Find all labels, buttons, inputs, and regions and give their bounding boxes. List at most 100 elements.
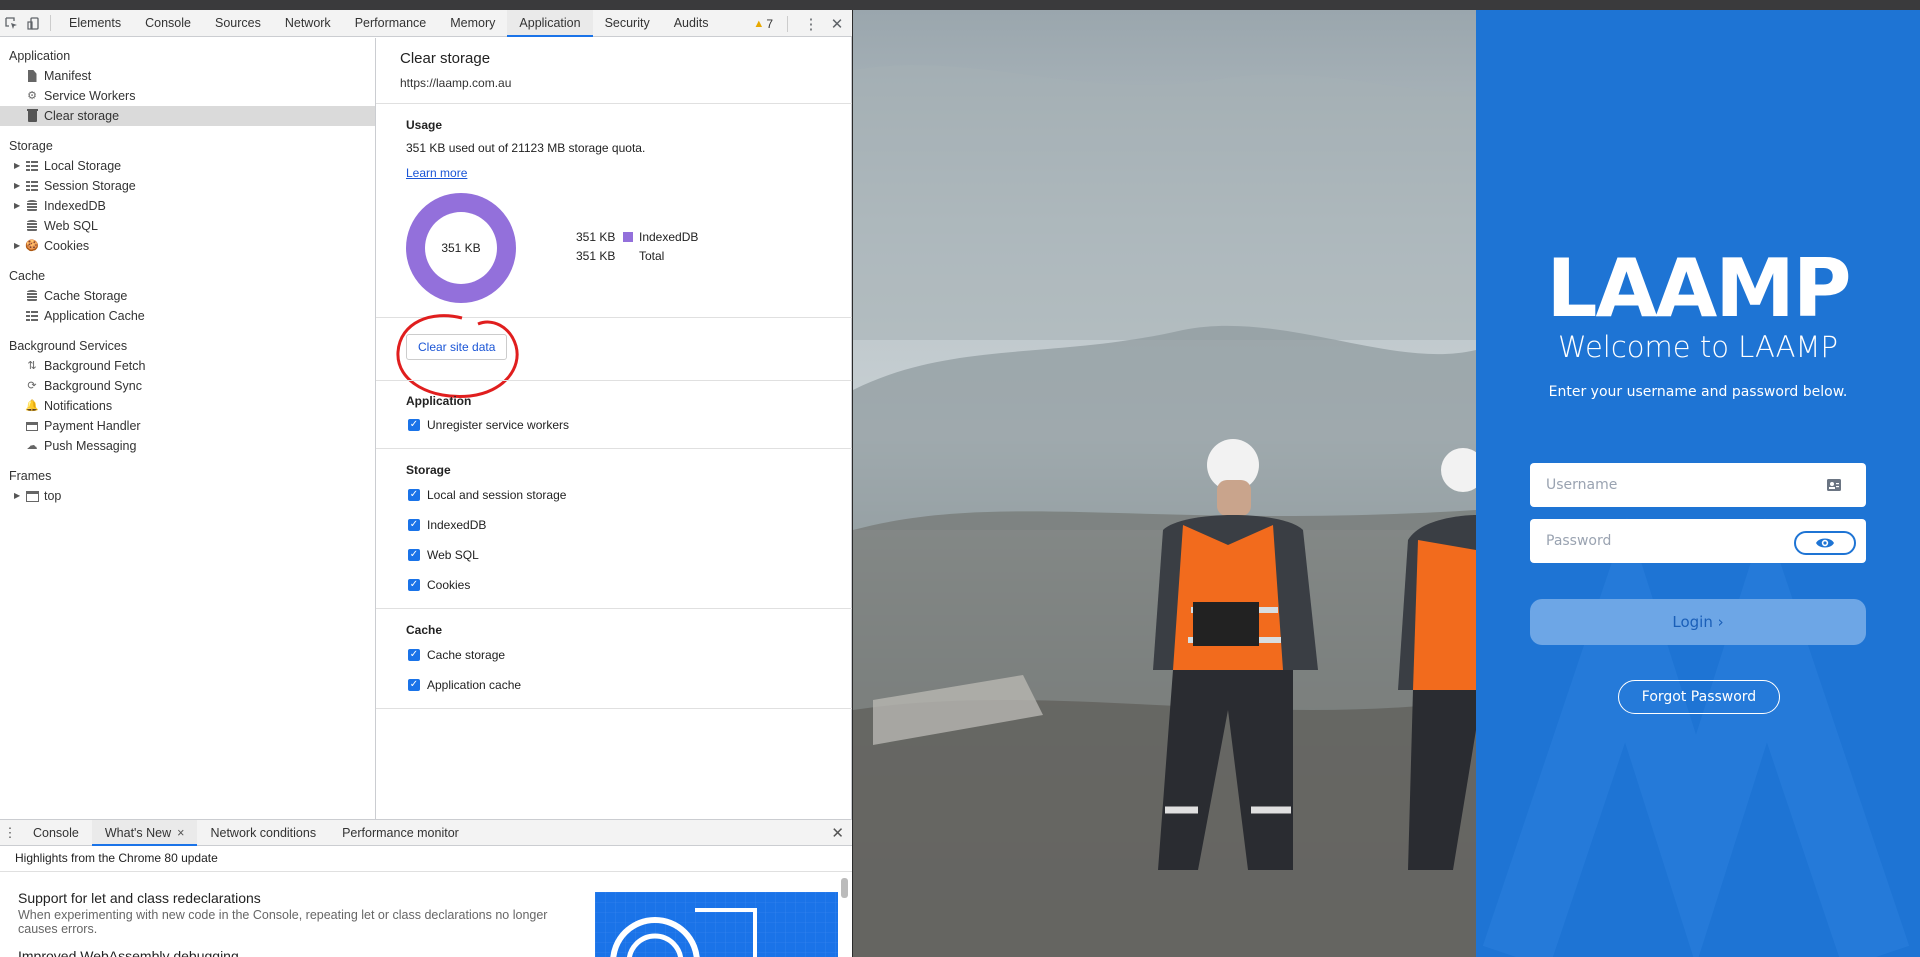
sidebar-item-frame-top[interactable]: ▶ top — [0, 486, 375, 506]
sidebar-item-label: Payment Handler — [44, 419, 141, 433]
sidebar-item-cookies[interactable]: ▶ 🍪 Cookies — [0, 236, 375, 256]
sidebar-item-payment-handler[interactable]: Payment Handler — [0, 416, 375, 436]
drawer-scrollbar[interactable] — [841, 878, 848, 898]
application-sidebar: Application Manifest ⚙ Service Workers Cl… — [0, 38, 376, 819]
divider — [376, 608, 852, 609]
legend-swatch-empty — [623, 251, 633, 261]
checkbox-cookies[interactable]: ✓ Cookies — [408, 576, 470, 594]
checkbox-checked-icon[interactable]: ✓ — [408, 519, 420, 531]
expand-arrow-icon[interactable]: ▶ — [14, 176, 20, 196]
up-down-arrows-icon: ⇅ — [27, 360, 37, 372]
tab-sources[interactable]: Sources — [203, 10, 273, 37]
sidebar-item-local-storage[interactable]: ▶ Local Storage — [0, 156, 375, 176]
section-storage: Storage — [9, 139, 53, 153]
document-icon — [25, 70, 39, 82]
cloud-icon: ☁ — [26, 440, 38, 452]
login-button[interactable]: Login › — [1530, 599, 1866, 645]
sync-icon: ⟳ — [27, 380, 37, 392]
checkbox-label: Local and session storage — [427, 488, 567, 502]
sidebar-item-label: Session Storage — [44, 179, 136, 193]
device-toolbar-icon[interactable] — [22, 10, 44, 37]
tab-network[interactable]: Network — [273, 10, 343, 37]
devtools-drawer: ⋮ Console What's New × Network conditions… — [0, 819, 852, 957]
sidebar-item-label: Manifest — [44, 69, 92, 83]
username-input[interactable] — [1530, 463, 1866, 507]
sidebar-item-label: Local Storage — [44, 159, 122, 173]
checkbox-web-sql[interactable]: ✓ Web SQL — [408, 546, 479, 564]
close-devtools-icon[interactable]: ✕ — [828, 15, 846, 33]
checkbox-indexeddb[interactable]: ✓ IndexedDB — [408, 516, 486, 534]
close-tab-icon[interactable]: × — [177, 826, 184, 840]
drawer-tab-whats-new[interactable]: What's New × — [91, 819, 198, 846]
tab-performance[interactable]: Performance — [343, 10, 439, 37]
checkbox-checked-icon[interactable]: ✓ — [408, 679, 420, 691]
sidebar-item-background-fetch[interactable]: ⇅ Background Fetch — [0, 356, 375, 376]
contact-card-icon[interactable] — [1826, 477, 1842, 493]
storage-section-heading: Storage — [406, 463, 451, 477]
close-drawer-icon[interactable]: ✕ — [831, 824, 844, 842]
more-options-icon[interactable]: ⋮ — [802, 15, 820, 33]
divider — [376, 448, 852, 449]
sidebar-item-push-messaging[interactable]: ☁ Push Messaging — [0, 436, 375, 456]
tab-audits[interactable]: Audits — [662, 10, 721, 37]
warnings-counter[interactable]: ▲ 7 — [753, 17, 773, 31]
login-button-label: Login — [1672, 613, 1713, 631]
forgot-password-button[interactable]: Forgot Password — [1618, 680, 1780, 714]
checkbox-checked-icon[interactable]: ✓ — [408, 489, 420, 501]
sidebar-item-background-sync[interactable]: ⟳ Background Sync — [0, 376, 375, 396]
checkbox-cache-storage[interactable]: ✓ Cache storage — [408, 646, 505, 664]
database-icon — [25, 220, 39, 232]
section-frames: Frames — [9, 469, 52, 483]
sidebar-item-notifications[interactable]: 🔔 Notifications — [0, 396, 375, 416]
checkbox-label: IndexedDB — [427, 518, 487, 532]
checkbox-application-cache[interactable]: ✓ Application cache — [408, 676, 521, 694]
sidebar-item-application-cache[interactable]: Application Cache — [0, 306, 375, 326]
checkbox-checked-icon[interactable]: ✓ — [408, 579, 420, 591]
checkbox-label: Application cache — [427, 678, 522, 692]
clear-site-data-button[interactable]: Clear site data — [406, 334, 508, 360]
checkbox-local-session-storage[interactable]: ✓ Local and session storage — [408, 486, 566, 504]
article-text: When experimenting with new code in the … — [18, 908, 548, 936]
whats-new-content: Support for let and class redeclarations… — [0, 872, 852, 957]
drawer-tab-performance-monitor[interactable]: Performance monitor — [329, 820, 472, 846]
usage-text: 351 KB used out of 21123 MB storage quot… — [406, 141, 646, 155]
expand-arrow-icon[interactable]: ▶ — [14, 196, 20, 216]
tab-security[interactable]: Security — [593, 10, 662, 37]
next-article-title[interactable]: Improved WebAssembly debugging — [18, 948, 239, 957]
expand-arrow-icon[interactable]: ▶ — [14, 486, 20, 506]
expand-arrow-icon[interactable]: ▶ — [14, 236, 20, 256]
tab-console[interactable]: Console — [133, 10, 203, 37]
checkbox-checked-icon[interactable]: ✓ — [408, 549, 420, 561]
drawer-tab-network-conditions[interactable]: Network conditions — [197, 820, 329, 846]
checkbox-checked-icon[interactable]: ✓ — [408, 649, 420, 661]
legend-value: 351 KB — [576, 249, 616, 263]
tab-memory[interactable]: Memory — [438, 10, 507, 37]
checkbox-label: Web SQL — [427, 548, 479, 562]
sidebar-item-manifest[interactable]: Manifest — [0, 66, 375, 86]
tab-elements[interactable]: Elements — [57, 10, 133, 37]
learn-more-link[interactable]: Learn more — [406, 166, 467, 180]
grid-icon — [25, 160, 39, 172]
welcome-title: Welcome to LAAMP — [1557, 330, 1839, 364]
sidebar-item-web-sql[interactable]: Web SQL — [0, 216, 375, 236]
logo-wordmark: LAAMP — [1546, 250, 1849, 330]
sidebar-item-session-storage[interactable]: ▶ Session Storage — [0, 176, 375, 196]
drawer-tab-console[interactable]: Console — [20, 820, 92, 846]
checkbox-checked-icon[interactable]: ✓ — [408, 419, 420, 431]
inspect-element-icon[interactable] — [0, 10, 22, 37]
checkbox-unregister-service-workers[interactable]: ✓ Unregister service workers — [408, 416, 569, 434]
origin-url: https://laamp.com.au — [400, 76, 512, 90]
article-title[interactable]: Support for let and class redeclarations — [18, 890, 261, 906]
sidebar-item-label: Web SQL — [44, 219, 98, 233]
sidebar-item-indexeddb[interactable]: ▶ IndexedDB — [0, 196, 375, 216]
tab-application[interactable]: Application — [507, 9, 593, 37]
sidebar-item-clear-storage[interactable]: Clear storage — [0, 106, 375, 126]
sidebar-item-cache-storage[interactable]: Cache Storage — [0, 286, 375, 306]
sidebar-item-service-workers[interactable]: ⚙ Service Workers — [0, 86, 375, 106]
chevron-right-icon: › — [1717, 613, 1724, 631]
expand-arrow-icon[interactable]: ▶ — [14, 156, 20, 176]
section-application: Application — [9, 49, 71, 63]
show-password-toggle[interactable] — [1794, 531, 1856, 555]
application-section-heading: Application — [406, 394, 472, 408]
drawer-menu-icon[interactable]: ⋮ — [0, 825, 20, 841]
